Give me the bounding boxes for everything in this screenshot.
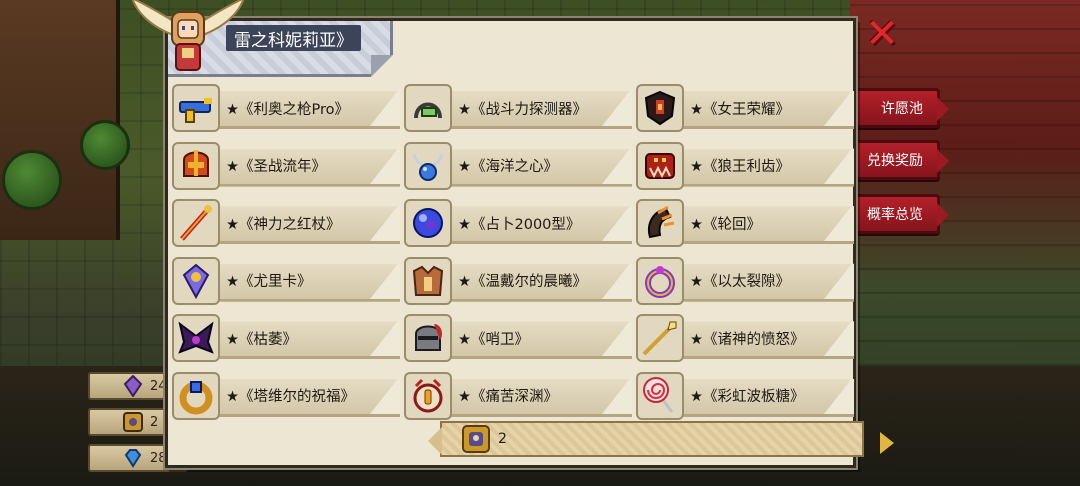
item-label: ★《战斗力探测器》 — [458, 101, 587, 118]
item-label: ★《尤里卡》 — [226, 274, 312, 291]
reward-item[interactable]: ★《占卜2000型》 — [404, 198, 636, 248]
item-slot[interactable] — [404, 314, 452, 363]
gold-token-icon — [462, 425, 490, 453]
item-slot[interactable] — [172, 141, 220, 190]
tab-label: 兑换奖励 — [867, 153, 923, 169]
item-slot[interactable] — [636, 199, 684, 248]
item-label: ★《彩虹波板糖》 — [690, 389, 805, 406]
item-label: ★《狼王利齿》 — [690, 159, 790, 176]
header-fold — [371, 55, 393, 77]
reward-item[interactable]: ★《痛苦深渊》 — [404, 371, 636, 421]
item-slot[interactable] — [636, 141, 684, 190]
footer-count: 2 — [498, 431, 507, 447]
ocean-heart-necklace-icon — [412, 153, 444, 181]
item-slot[interactable] — [172, 84, 220, 132]
reward-item[interactable]: ★《狼王利齿》 — [636, 141, 858, 191]
eureka-amulet-icon — [182, 263, 210, 299]
tree-decoration — [80, 120, 130, 170]
wrath-spear-icon — [642, 321, 677, 356]
item-slot[interactable] — [172, 371, 220, 420]
reward-item[interactable]: ★《以太裂隙》 — [636, 256, 858, 306]
item-grid: ★《利奥之枪Pro》 ★《战斗力探测器》 ★《女王荣耀》 ★《圣战流年》 ★《海洋之心》… — [172, 83, 858, 429]
reward-item[interactable]: ★《尤里卡》 — [172, 256, 404, 306]
item-slot[interactable] — [172, 199, 220, 248]
reward-item[interactable]: ★《神力之红杖》 — [172, 198, 404, 248]
item-slot[interactable] — [404, 141, 452, 190]
item-label: ★《以太裂隙》 — [690, 274, 790, 291]
purple-crystal-icon — [123, 375, 143, 397]
scouter-icon — [414, 102, 442, 119]
angel-character-avatar — [131, 0, 245, 71]
item-label: ★《圣战流年》 — [226, 159, 326, 176]
reward-item[interactable]: ★《海洋之心》 — [404, 141, 636, 191]
reward-item[interactable]: ★《圣战流年》 — [172, 141, 404, 191]
item-label: ★《哨卫》 — [458, 331, 529, 348]
blessing-ring-icon — [179, 380, 213, 415]
blue-gem-icon — [124, 449, 142, 468]
withered-wings-icon — [178, 321, 214, 355]
item-slot[interactable] — [636, 371, 684, 420]
reward-item[interactable]: ★《哨卫》 — [404, 313, 636, 363]
item-slot[interactable] — [404, 84, 452, 132]
item-slot[interactable] — [636, 256, 684, 305]
item-label: ★《枯萎》 — [226, 331, 297, 348]
tab-label: 概率总览 — [867, 207, 923, 223]
item-slot[interactable] — [636, 314, 684, 363]
item-label: ★《女王荣耀》 — [690, 101, 790, 118]
queen-shield-icon — [644, 90, 676, 126]
item-slot[interactable] — [172, 314, 220, 363]
crusade-helmet-icon — [183, 149, 209, 177]
item-slot[interactable] — [172, 256, 220, 305]
red-staff-icon — [180, 205, 212, 241]
arrow-right-icon[interactable] — [880, 432, 894, 454]
abyss-emblem-icon — [413, 378, 443, 413]
sentinel-helmet-icon — [415, 324, 442, 352]
tree-decoration — [2, 150, 62, 210]
reward-item[interactable]: ★《诸神的愤怒》 — [636, 313, 858, 363]
tab-label: 许愿池 — [881, 101, 923, 117]
reward-item[interactable]: ★《轮回》 — [636, 198, 858, 248]
currency-value: 2 — [150, 414, 159, 430]
item-label: ★《占卜2000型》 — [458, 216, 581, 233]
item-label: ★《痛苦深渊》 — [458, 389, 558, 406]
item-label: ★《利奥之枪Pro》 — [226, 101, 350, 118]
item-label: ★《诸神的愤怒》 — [690, 331, 805, 348]
reward-list-panel: 雷之科妮莉亚》 ★《利奥之枪Pro》 ★《战斗力探测器》 ★《女王荣耀》 ★《圣战流年… — [165, 18, 856, 468]
reward-item[interactable]: ★《彩虹波板糖》 — [636, 371, 858, 421]
claw-icon — [648, 205, 675, 239]
item-label: ★《轮回》 — [690, 216, 761, 233]
ether-ring-icon — [645, 265, 675, 298]
dawn-armor-icon — [412, 265, 444, 296]
item-label: ★《海洋之心》 — [458, 159, 558, 176]
reward-item[interactable]: ★《女王荣耀》 — [636, 83, 858, 133]
gold-token-icon — [123, 412, 143, 432]
close-icon: ✕ — [865, 11, 899, 57]
blaster-gun-icon — [179, 98, 212, 123]
crystal-ball-icon — [413, 208, 443, 239]
item-slot[interactable] — [404, 371, 452, 420]
reward-item[interactable]: ★《战斗力探测器》 — [404, 83, 636, 133]
item-label: ★《塔维尔的祝福》 — [226, 389, 355, 406]
footer-token-counter: 2 — [428, 421, 864, 457]
reward-item[interactable]: ★《温戴尔的晨曦》 — [404, 256, 636, 306]
item-label: ★《神力之红杖》 — [226, 216, 341, 233]
reward-item[interactable]: ★《枯萎》 — [172, 313, 404, 363]
item-slot[interactable] — [636, 84, 684, 132]
reward-item[interactable]: ★《利奥之枪Pro》 — [172, 83, 404, 133]
item-slot[interactable] — [404, 256, 452, 305]
reward-item[interactable]: ★《塔维尔的祝福》 — [172, 371, 404, 421]
item-slot[interactable] — [404, 199, 452, 248]
wolf-king-fang-icon — [645, 152, 675, 179]
item-label: ★《温戴尔的晨曦》 — [458, 274, 587, 291]
close-button[interactable]: ✕ — [864, 11, 900, 57]
lollipop-icon — [643, 376, 674, 413]
